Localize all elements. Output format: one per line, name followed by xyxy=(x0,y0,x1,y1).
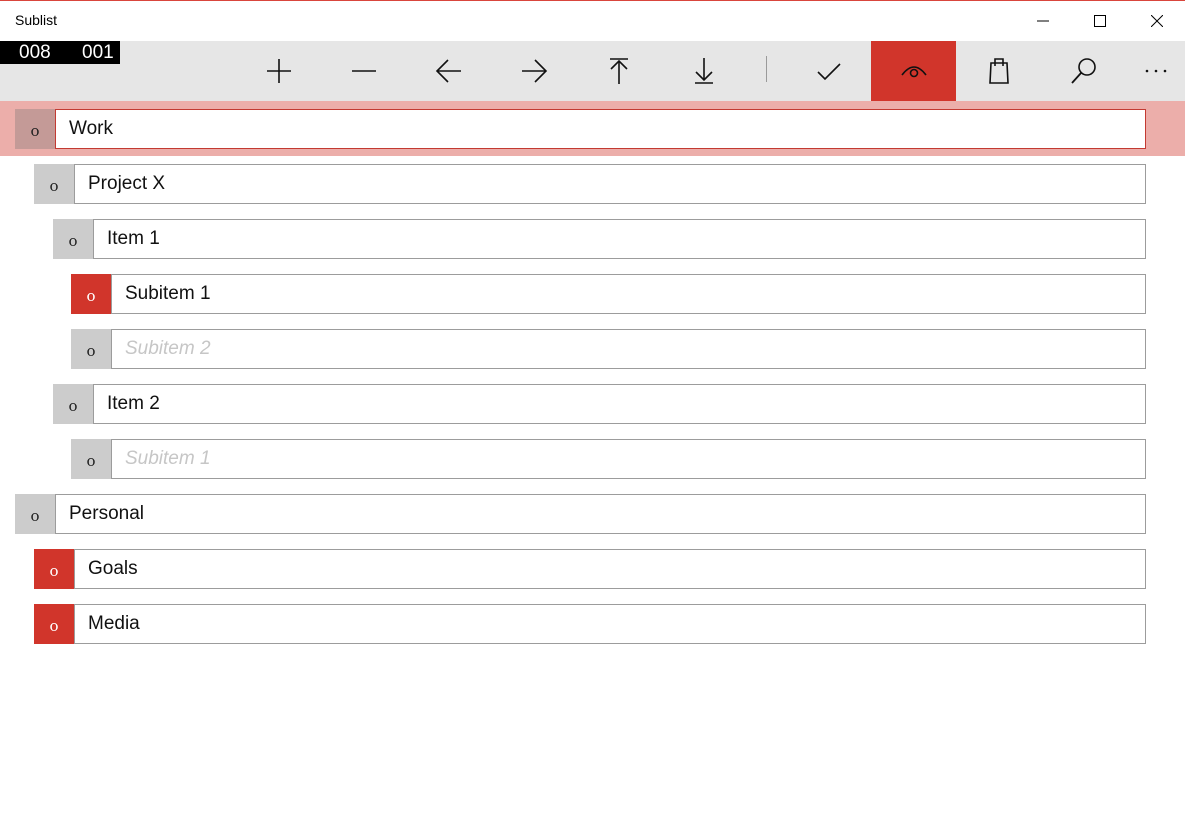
item-text-field[interactable]: Subitem 2 xyxy=(111,329,1146,369)
list-item[interactable]: o Personal xyxy=(15,494,1146,534)
complete-button[interactable] xyxy=(786,41,871,101)
item-text-field[interactable]: Media xyxy=(74,604,1146,644)
item-text-field[interactable]: Work xyxy=(55,109,1146,149)
arrow-right-icon xyxy=(521,59,547,83)
search-button[interactable] xyxy=(1041,41,1126,101)
app-title: Sublist xyxy=(15,12,58,28)
item-text-field[interactable]: Goals xyxy=(74,549,1146,589)
indent-button[interactable] xyxy=(491,41,576,101)
arrow-left-icon xyxy=(435,59,461,83)
bullet-toggle[interactable]: o xyxy=(15,109,55,149)
item-text-field[interactable]: Subitem 1 xyxy=(111,274,1146,314)
item-text-field[interactable]: Item 2 xyxy=(93,384,1146,424)
item-text-field[interactable]: Project X xyxy=(74,164,1146,204)
list-item[interactable]: o Item 2 xyxy=(53,384,1146,424)
toolbar: 008 001 xyxy=(0,41,1185,101)
list-item[interactable]: o Goals xyxy=(34,549,1146,589)
view-button[interactable] xyxy=(871,41,956,101)
list-item[interactable]: o Media xyxy=(34,604,1146,644)
maximize-icon xyxy=(1093,15,1106,27)
more-icon xyxy=(1145,69,1166,73)
add-button[interactable] xyxy=(236,41,321,101)
close-icon xyxy=(1150,15,1163,27)
bullet-toggle[interactable]: o xyxy=(71,439,111,479)
bullet-toggle[interactable]: o xyxy=(34,604,74,644)
list-item[interactable]: o Item 1 xyxy=(53,219,1146,259)
title-bar: Sublist xyxy=(0,1,1185,41)
outdent-button[interactable] xyxy=(406,41,491,101)
minimize-icon xyxy=(1036,20,1049,22)
bullet-toggle[interactable]: o xyxy=(71,329,111,369)
item-text-field[interactable]: Personal xyxy=(55,494,1146,534)
close-button[interactable] xyxy=(1128,1,1185,41)
item-text-field[interactable]: Item 1 xyxy=(93,219,1146,259)
arrow-down-icon xyxy=(694,58,713,84)
checkmark-icon xyxy=(816,63,841,81)
remove-button[interactable] xyxy=(321,41,406,101)
app-window: Sublist 008 001 o Work o Project X o Ite… xyxy=(0,0,1185,831)
clipboard-button[interactable] xyxy=(956,41,1041,101)
list-item[interactable]: o Work xyxy=(15,109,1146,149)
toolbar-separator xyxy=(766,56,767,82)
bullet-toggle[interactable]: o xyxy=(71,274,111,314)
counter-left: 008 xyxy=(19,42,51,63)
maximize-button[interactable] xyxy=(1071,1,1128,41)
plus-icon xyxy=(266,59,291,83)
minus-icon xyxy=(351,70,376,72)
bullet-toggle[interactable]: o xyxy=(34,549,74,589)
move-up-button[interactable] xyxy=(576,41,661,101)
more-button[interactable] xyxy=(1126,41,1185,101)
counter-right: 001 xyxy=(82,42,114,63)
list-item[interactable]: o Subitem 1 xyxy=(71,274,1146,314)
bullet-toggle[interactable]: o xyxy=(34,164,74,204)
list-item[interactable]: o Subitem 1 xyxy=(71,439,1146,479)
search-icon xyxy=(1070,58,1096,84)
move-down-button[interactable] xyxy=(661,41,746,101)
arrow-up-to-top-icon xyxy=(609,58,628,84)
bullet-toggle[interactable]: o xyxy=(15,494,55,534)
counter-display: 008 001 xyxy=(0,41,120,64)
list-item[interactable]: o Subitem 2 xyxy=(71,329,1146,369)
list-item[interactable]: o Project X xyxy=(34,164,1146,204)
bullet-toggle[interactable]: o xyxy=(53,384,93,424)
clipboard-icon xyxy=(988,58,1009,84)
eye-icon xyxy=(900,66,927,78)
bullet-toggle[interactable]: o xyxy=(53,219,93,259)
minimize-button[interactable] xyxy=(1014,1,1071,41)
item-text-field[interactable]: Subitem 1 xyxy=(111,439,1146,479)
